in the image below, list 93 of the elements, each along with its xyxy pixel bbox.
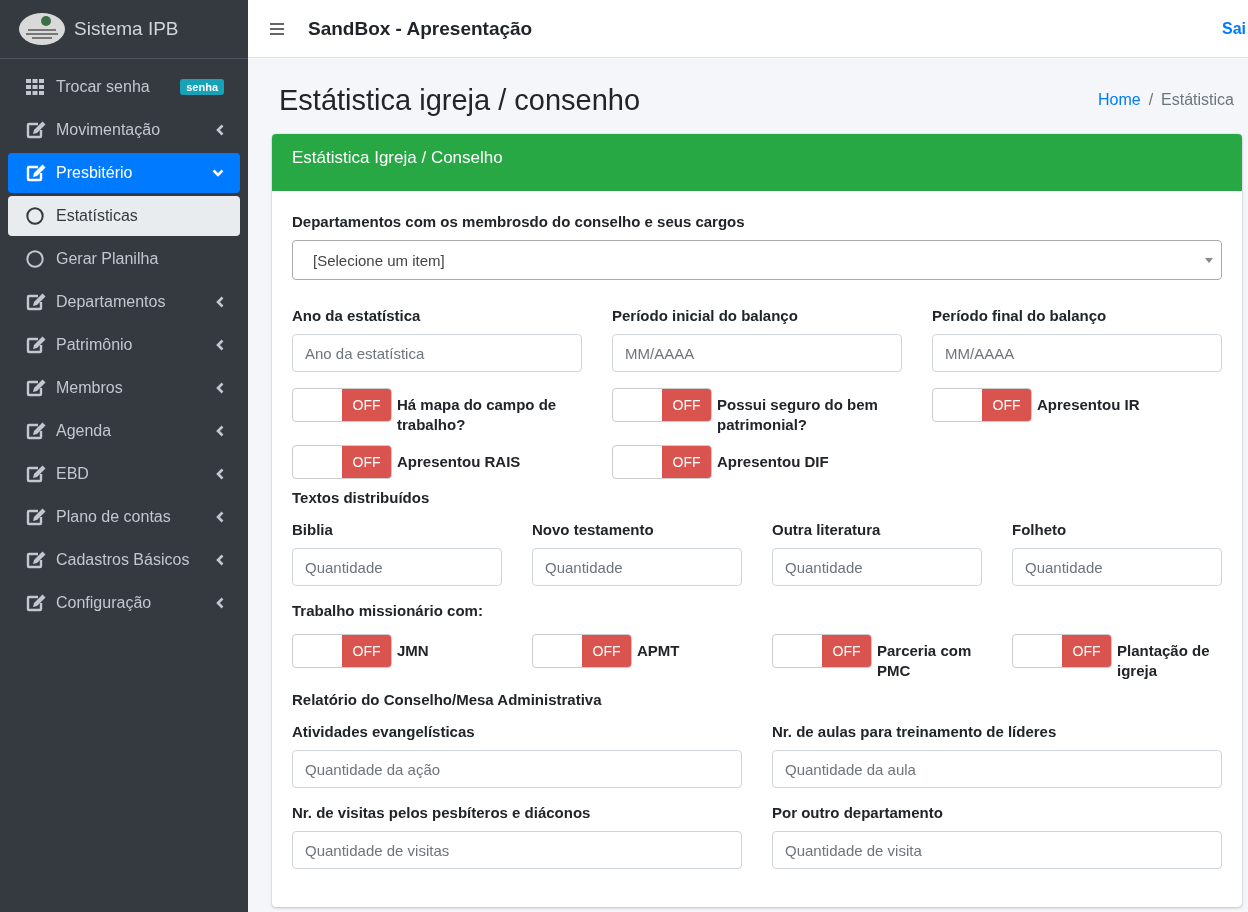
toggle-switch[interactable]: OFF bbox=[292, 388, 392, 422]
input-field[interactable]: Ano da estatística bbox=[292, 334, 582, 372]
sidebar-item[interactable]: Cadastros Básicos bbox=[8, 540, 240, 580]
input-field[interactable]: Quantidade da ação bbox=[292, 750, 742, 788]
edit-icon bbox=[26, 422, 46, 440]
edit-icon bbox=[26, 379, 46, 397]
page-title: Estátistica igreja / consenho bbox=[279, 83, 642, 117]
edit-icon bbox=[26, 121, 46, 139]
grid-icon bbox=[26, 79, 44, 95]
edit-icon bbox=[26, 594, 46, 612]
edit-icon bbox=[26, 551, 46, 569]
input-field[interactable]: MM/AAAA bbox=[612, 334, 902, 372]
chevron-left-icon bbox=[216, 124, 224, 136]
toggle-switch[interactable]: OFF bbox=[612, 388, 712, 422]
submenu-item[interactable]: Gerar Planilha bbox=[8, 239, 240, 279]
sidebar-item[interactable]: Patrimônio bbox=[8, 325, 240, 365]
toggle-label: Apresentou RAIS bbox=[397, 452, 521, 472]
toggle-label: Plantação de igreja bbox=[1117, 641, 1211, 681]
chevron-left-icon bbox=[216, 296, 224, 308]
chevron-left-icon bbox=[216, 382, 224, 394]
sidebar-item[interactable]: Trocar senha senha bbox=[8, 67, 240, 107]
field-label: Nr. de aulas para treinamento de líderes bbox=[772, 723, 1058, 741]
input-field[interactable]: Quantidade bbox=[292, 548, 502, 586]
edit-icon bbox=[26, 164, 46, 182]
input-field[interactable]: Quantidade bbox=[1012, 548, 1222, 586]
field-label: Atividades evangelísticas bbox=[292, 723, 476, 741]
breadcrumb-link[interactable]: Home bbox=[1097, 91, 1141, 109]
chevron-left-icon bbox=[216, 554, 224, 566]
toggle-label: Possui seguro do bem patrimonial? bbox=[717, 395, 879, 435]
toggle-label: JMN bbox=[397, 641, 429, 661]
edit-icon bbox=[26, 465, 46, 483]
field-label: Biblia bbox=[292, 521, 334, 539]
edit-icon bbox=[26, 336, 46, 354]
section-heading: Trabalho missionário com: bbox=[292, 602, 484, 620]
logo-icon bbox=[18, 12, 66, 46]
chevron-left-icon bbox=[216, 511, 224, 523]
card-title: Estátistica Igreja / Conselho bbox=[292, 147, 503, 168]
section-heading: Relatório do Conselho/Mesa Administrativa bbox=[292, 691, 603, 709]
field-label: Nr. de visitas pelos pesbíteros e diáconos bbox=[292, 804, 592, 822]
toggle-label: APMT bbox=[637, 641, 680, 661]
field-label: Por outro departamento bbox=[772, 804, 944, 822]
toggle-label: Apresentou DIF bbox=[717, 452, 829, 472]
submenu-item[interactable]: Estatísticas bbox=[8, 196, 240, 236]
toggle-label: Apresentou IR bbox=[1037, 395, 1140, 415]
sidebar-item[interactable]: Movimentação bbox=[8, 110, 240, 150]
field-label: Período inicial do balanço bbox=[612, 307, 799, 325]
sidebar-item[interactable]: Departamentos bbox=[8, 282, 240, 322]
circle-icon bbox=[26, 207, 44, 225]
toggle-switch[interactable]: OFF bbox=[1012, 634, 1112, 668]
toggle-label: Parceria com PMC bbox=[877, 641, 973, 681]
toggle-switch[interactable]: OFF bbox=[612, 445, 712, 479]
brand-title: Sistema IPB bbox=[74, 18, 179, 40]
logout-link[interactable]: Sai bbox=[1222, 19, 1248, 38]
sidebar-item[interactable]: Agenda bbox=[8, 411, 240, 451]
edit-icon bbox=[26, 293, 46, 311]
input-field[interactable]: MM/AAAA bbox=[932, 334, 1222, 372]
chevron-down-icon bbox=[212, 169, 224, 177]
sidebar-item[interactable]: Presbitério bbox=[8, 153, 240, 193]
field-label: Período final do balanço bbox=[932, 307, 1108, 325]
menu-icon[interactable] bbox=[270, 22, 284, 35]
input-field[interactable]: Quantidade de visitas bbox=[292, 831, 742, 869]
breadcrumb-separator: / bbox=[1148, 91, 1154, 109]
chevron-left-icon bbox=[216, 339, 224, 351]
select-field[interactable]: [Selecione um item] bbox=[292, 240, 1222, 280]
field-label: Folheto bbox=[1012, 521, 1068, 539]
toggle-switch[interactable]: OFF bbox=[932, 388, 1032, 422]
edit-icon bbox=[26, 508, 46, 526]
badge: senha bbox=[180, 79, 224, 95]
breadcrumb-current: Estátistica bbox=[1161, 91, 1234, 109]
input-field[interactable]: Quantidade bbox=[532, 548, 742, 586]
sidebar-item[interactable]: EBD bbox=[8, 454, 240, 494]
input-field[interactable]: Quantidade da aula bbox=[772, 750, 1222, 788]
sidebar-item[interactable]: Plano de contas bbox=[8, 497, 240, 537]
toggle-label: Há mapa do campo de trabalho? bbox=[397, 395, 558, 435]
sidebar-item[interactable]: Membros bbox=[8, 368, 240, 408]
section-heading: Textos distribuídos bbox=[292, 489, 431, 507]
input-field[interactable]: Quantidade bbox=[772, 548, 982, 586]
field-label: Departamentos com os membrosdo do conselho e seus cargos bbox=[292, 213, 746, 231]
toggle-switch[interactable]: OFF bbox=[292, 634, 392, 668]
field-label: Ano da estatística bbox=[292, 307, 422, 325]
sidebar-item[interactable]: Configuração bbox=[8, 583, 240, 623]
circle-icon bbox=[26, 250, 44, 268]
caret-icon bbox=[1205, 257, 1213, 263]
toggle-switch[interactable]: OFF bbox=[292, 445, 392, 479]
field-label: Outra literatura bbox=[772, 521, 882, 539]
toggle-switch[interactable]: OFF bbox=[532, 634, 632, 668]
chevron-left-icon bbox=[216, 425, 224, 437]
chevron-left-icon bbox=[216, 597, 224, 609]
chevron-left-icon bbox=[216, 468, 224, 480]
app-title: SandBox - Apresentação bbox=[308, 17, 534, 40]
toggle-switch[interactable]: OFF bbox=[772, 634, 872, 668]
input-field[interactable]: Quantidade de visita bbox=[772, 831, 1222, 869]
field-label: Novo testamento bbox=[532, 521, 655, 539]
